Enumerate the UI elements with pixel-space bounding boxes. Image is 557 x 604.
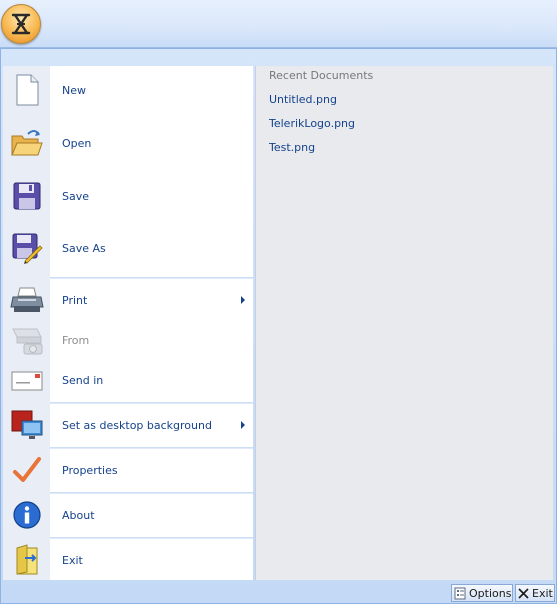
desktop-background-icon (3, 406, 50, 444)
menu-item-label: Properties (62, 463, 118, 477)
menu-separator (50, 277, 253, 279)
exit-button[interactable]: Exit (515, 584, 555, 602)
menu-item-set-desktop-background[interactable]: Set as desktop background (50, 406, 253, 444)
checkmark-icon (3, 452, 50, 488)
menu-item-save-as[interactable]: Save As (50, 228, 253, 268)
menu-item-send-in[interactable]: Send in (50, 364, 253, 396)
menu-item-exit[interactable]: Exit (50, 542, 253, 578)
menu-item-new[interactable]: New (50, 70, 253, 110)
menu-separator (50, 402, 253, 404)
save-disk-icon (3, 176, 50, 216)
recent-document-item[interactable]: Untitled.png (269, 93, 337, 106)
exit-label: Exit (532, 586, 553, 600)
menu-separator (50, 492, 253, 494)
menu-item-label: Set as desktop background (62, 418, 212, 432)
menu-item-label: Print (62, 293, 88, 307)
info-icon (3, 497, 50, 533)
submenu-arrow-icon (241, 421, 245, 429)
menu-item-label: From (62, 333, 90, 347)
menu-item-label: About (62, 508, 95, 522)
menu-item-print[interactable]: Print (50, 282, 253, 318)
menu-item-from: From (50, 322, 253, 358)
submenu-arrow-icon (241, 296, 245, 304)
options-icon (454, 587, 466, 600)
menu-separator (50, 447, 253, 449)
menu-item-about[interactable]: About (50, 497, 253, 533)
menu-item-label: Save As (62, 241, 106, 255)
menu-item-save[interactable]: Save (50, 176, 253, 216)
open-folder-icon (3, 123, 50, 163)
options-button[interactable]: Options (451, 584, 513, 602)
menu-item-label: New (62, 83, 86, 97)
recent-documents-title: Recent Documents (269, 69, 374, 82)
close-icon (518, 587, 529, 599)
menu-item-label: Open (62, 136, 92, 150)
scanner-camera-icon (3, 322, 50, 358)
envelope-icon (3, 366, 50, 396)
menu-item-open[interactable]: Open (50, 123, 253, 163)
menu-item-label: Send in (62, 373, 104, 387)
menu-item-properties[interactable]: Properties (50, 452, 253, 488)
save-as-icon (3, 228, 50, 268)
recent-document-item[interactable]: Test.png (269, 141, 315, 154)
new-document-icon (3, 70, 50, 110)
application-menu-button[interactable] (1, 4, 41, 44)
printer-icon (3, 282, 50, 318)
exit-icon (3, 542, 50, 578)
menu-separator (50, 537, 253, 539)
app-menu-icon (11, 13, 31, 35)
menu-item-label: Save (62, 189, 90, 203)
menu-item-label: Exit (62, 553, 83, 567)
recent-document-item[interactable]: TelerikLogo.png (269, 117, 355, 130)
menu-items-list: New Open Save Save As Print From Send in… (50, 66, 253, 580)
options-label: Options (469, 586, 512, 600)
recent-documents-pane: Recent Documents Untitled.png TelerikLog… (255, 66, 553, 580)
title-bar (0, 0, 557, 48)
